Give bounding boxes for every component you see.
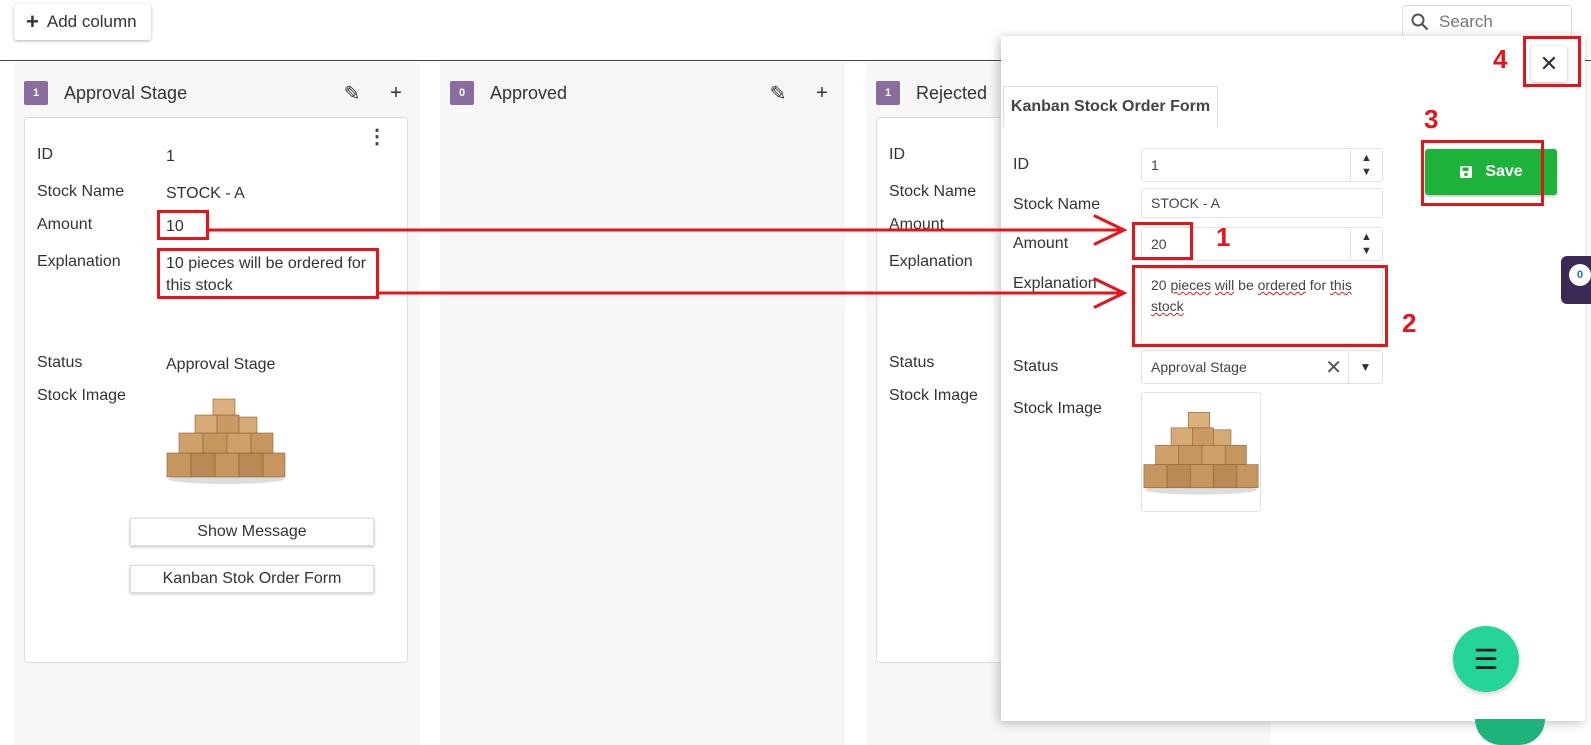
annotation-arrows <box>207 214 1128 309</box>
